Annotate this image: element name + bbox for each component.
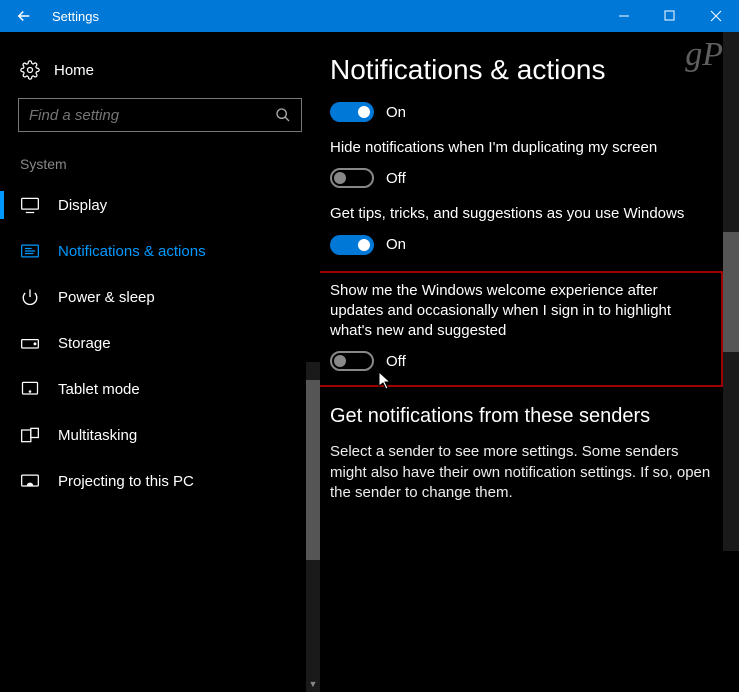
toggle-state: Off bbox=[386, 353, 406, 370]
toggle-switch-0[interactable] bbox=[330, 102, 374, 122]
main-panel: Notifications & actions On Hide notifica… bbox=[320, 32, 739, 551]
search-icon bbox=[275, 107, 291, 123]
display-icon bbox=[20, 195, 40, 215]
nav-label: Power & sleep bbox=[58, 289, 155, 306]
scroll-thumb[interactable] bbox=[306, 380, 320, 560]
nav-label: Storage bbox=[58, 335, 111, 352]
toggle-state: Off bbox=[386, 170, 406, 187]
multitasking-icon bbox=[20, 425, 40, 445]
gear-icon bbox=[20, 60, 40, 80]
sidebar-item-storage[interactable]: Storage bbox=[0, 320, 320, 366]
toggle-desc: Get tips, tricks, and suggestions as you… bbox=[330, 204, 711, 224]
toggle-state: On bbox=[386, 236, 406, 253]
projecting-icon bbox=[20, 471, 40, 491]
search-input[interactable] bbox=[29, 107, 259, 124]
toggle-row-0: On bbox=[330, 102, 711, 122]
toggle-state: On bbox=[386, 104, 406, 121]
nav-label: Display bbox=[58, 197, 107, 214]
sidebar-item-power[interactable]: Power & sleep bbox=[0, 274, 320, 320]
toggle-desc: Hide notifications when I'm duplicating … bbox=[330, 138, 711, 158]
main-scrollbar[interactable] bbox=[723, 32, 739, 551]
sub-heading: Get notifications from these senders bbox=[330, 405, 711, 428]
notifications-icon bbox=[20, 241, 40, 261]
window-title: Settings bbox=[52, 9, 601, 24]
toggle-switch-1[interactable] bbox=[330, 168, 374, 188]
sub-text: Select a sender to see more settings. So… bbox=[330, 442, 711, 503]
active-indicator bbox=[0, 191, 4, 219]
storage-icon bbox=[20, 333, 40, 353]
search-box[interactable] bbox=[18, 98, 302, 132]
home-label: Home bbox=[54, 62, 94, 79]
sidebar: Home System Display Notifications & acti… bbox=[0, 32, 320, 551]
nav-label: Projecting to this PC bbox=[58, 473, 194, 490]
nav-label: Tablet mode bbox=[58, 381, 140, 398]
toggle-desc: Show me the Windows welcome experience a… bbox=[330, 281, 711, 342]
nav-label: Multitasking bbox=[58, 427, 137, 444]
minimize-button[interactable] bbox=[601, 0, 647, 32]
sidebar-item-display[interactable]: Display bbox=[0, 182, 320, 228]
sidebar-item-projecting[interactable]: Projecting to this PC bbox=[0, 458, 320, 504]
maximize-button[interactable] bbox=[647, 0, 693, 32]
highlight-box: Show me the Windows welcome experience a… bbox=[320, 271, 723, 388]
back-button[interactable] bbox=[0, 0, 48, 32]
home-link[interactable]: Home bbox=[0, 52, 320, 94]
tablet-icon bbox=[20, 379, 40, 399]
toggle-switch-3[interactable] bbox=[330, 351, 374, 371]
main-scroll-thumb[interactable] bbox=[723, 232, 739, 352]
arrow-left-icon bbox=[15, 7, 33, 25]
toggle-row-1: Hide notifications when I'm duplicating … bbox=[330, 138, 711, 188]
power-icon bbox=[20, 287, 40, 307]
page-heading: Notifications & actions bbox=[330, 54, 711, 86]
close-button[interactable] bbox=[693, 0, 739, 32]
scroll-track[interactable] bbox=[306, 362, 320, 692]
toggle-switch-2[interactable] bbox=[330, 235, 374, 255]
nav-label: Notifications & actions bbox=[58, 243, 206, 260]
scroll-down-arrow[interactable]: ▼ bbox=[306, 676, 320, 692]
watermark: gP bbox=[685, 36, 723, 74]
toggle-row-2: Get tips, tricks, and suggestions as you… bbox=[330, 204, 711, 254]
sidebar-scrollbar[interactable]: ▲ ▼ bbox=[306, 362, 320, 692]
window-controls bbox=[601, 0, 739, 32]
sidebar-item-notifications[interactable]: Notifications & actions bbox=[0, 228, 320, 274]
sidebar-item-multitasking[interactable]: Multitasking bbox=[0, 412, 320, 458]
nav-list: Display Notifications & actions Power & … bbox=[0, 182, 320, 504]
section-label: System bbox=[0, 150, 320, 182]
sidebar-item-tablet[interactable]: Tablet mode bbox=[0, 366, 320, 412]
cursor-icon bbox=[378, 371, 394, 391]
titlebar: Settings bbox=[0, 0, 739, 32]
